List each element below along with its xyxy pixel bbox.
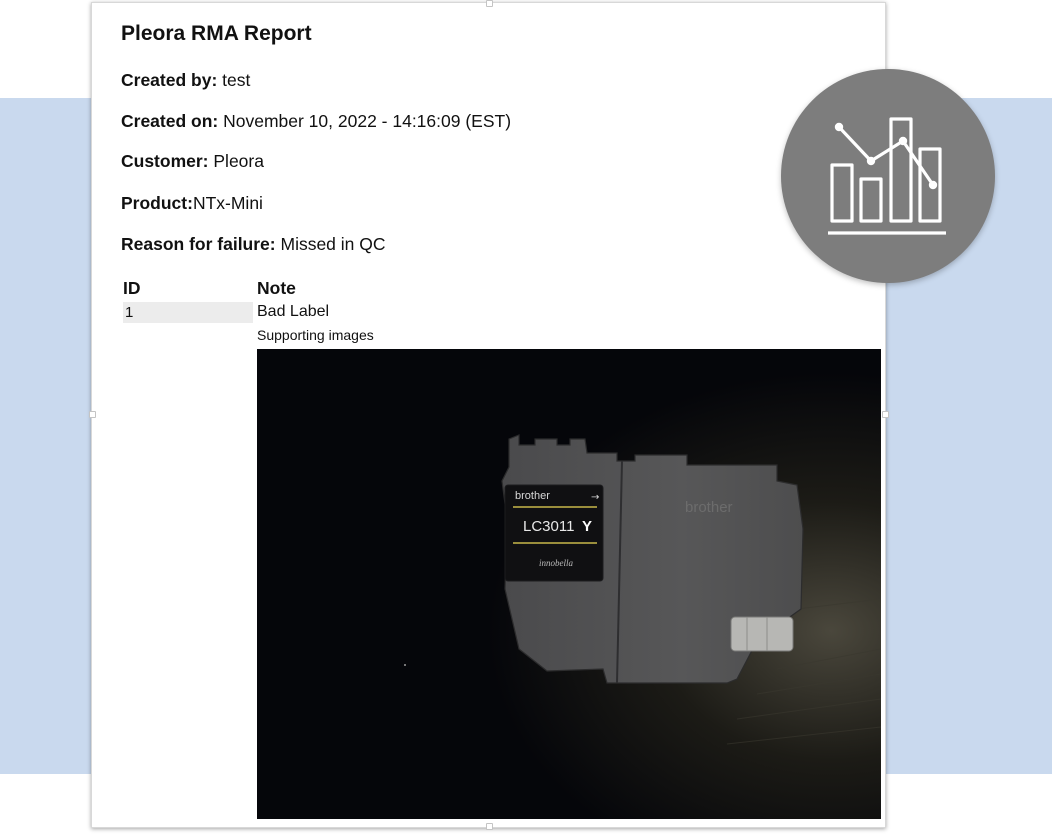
analytics-badge — [781, 69, 995, 283]
table-cell-id: 1 — [123, 302, 253, 323]
reason-value: Missed in QC — [275, 234, 386, 254]
created-by-field: Created by: test — [121, 70, 250, 91]
resize-handle-left[interactable] — [89, 411, 96, 418]
table-cell-note: Bad Label — [257, 303, 330, 320]
table-header-id: ID — [123, 278, 141, 298]
reason-label: Reason for failure: — [121, 234, 276, 254]
cartridge-brand-label: brother — [515, 490, 550, 502]
bar-line-chart-icon — [828, 117, 946, 235]
reason-field: Reason for failure: Missed in QC — [121, 234, 386, 255]
customer-field: Customer: Pleora — [121, 151, 264, 172]
product-field: Product:NTx-Mini — [121, 193, 263, 214]
table-header-note: Note — [257, 278, 296, 298]
ink-cartridge-photo: brother → LC3011 Y innobella brother — [257, 349, 881, 819]
product-value: NTx-Mini — [192, 193, 263, 213]
arrow-icon: → — [591, 492, 599, 503]
supporting-images-label: Supporting images — [257, 327, 374, 343]
product-label: Product: — [121, 193, 193, 213]
created-by-label: Created by: — [121, 70, 218, 90]
customer-value: Pleora — [208, 151, 264, 171]
cartridge-color-code: Y — [582, 518, 592, 535]
resize-handle-right[interactable] — [882, 411, 889, 418]
created-on-field: Created on: November 10, 2022 - 14:16:09… — [121, 111, 511, 132]
report-title: Pleora RMA Report — [121, 22, 312, 45]
customer-label: Customer: — [121, 151, 209, 171]
created-on-label: Created on: — [121, 111, 219, 131]
report-document: Pleora RMA Report Created by: test Creat… — [89, 0, 889, 830]
created-on-value: November 10, 2022 - 14:16:09 (EST) — [218, 111, 512, 131]
created-by-value: test — [217, 70, 251, 90]
cartridge-model-label: LC3011 — [523, 518, 574, 535]
supporting-image[interactable]: brother → LC3011 Y innobella brother — [257, 349, 881, 819]
resize-handle-bottom[interactable] — [486, 823, 493, 830]
resize-handle-top[interactable] — [486, 0, 493, 7]
cartridge-tag-label: innobella — [539, 558, 573, 568]
embossed-brand: brother — [685, 499, 733, 516]
